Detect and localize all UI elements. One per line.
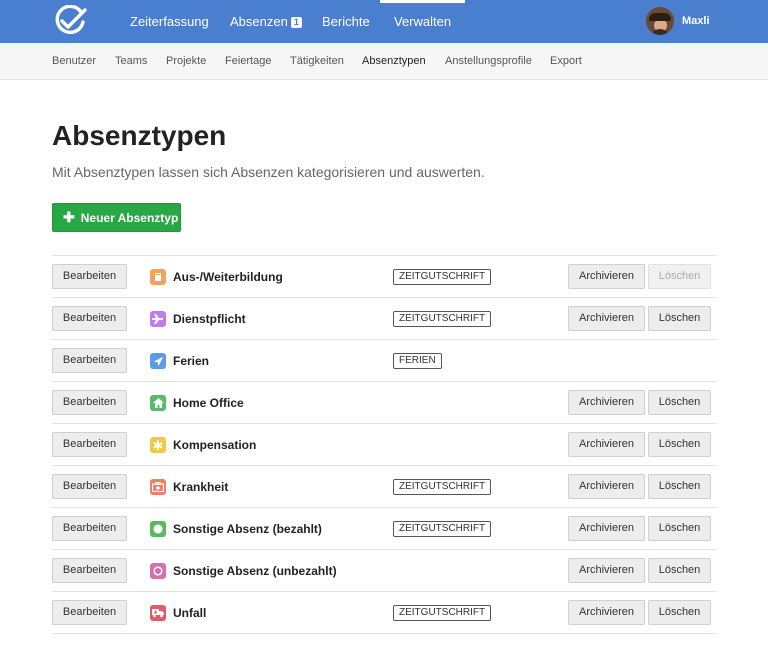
absence-type-name: Kompensation bbox=[173, 438, 257, 452]
absence-type-name: Ferien bbox=[173, 354, 210, 368]
archive-button[interactable]: Archivieren bbox=[568, 306, 645, 331]
jet-icon bbox=[150, 311, 166, 327]
absence-type-tag: ZEITGUTSCHRIFT bbox=[393, 605, 492, 621]
home-icon bbox=[150, 395, 166, 411]
edit-button[interactable]: Bearbeiten bbox=[52, 348, 127, 373]
absence-type-row: Bearbeiten Krankheit ZEITGUTSCHRIFT Archivi… bbox=[52, 466, 717, 508]
delete-button: Löschen bbox=[648, 264, 711, 289]
circle-outline-icon bbox=[150, 563, 166, 579]
absence-type-row: Bearbeiten Unfall ZEITGUTSCHRIFT Archiviere… bbox=[52, 592, 717, 634]
absence-type-row: Bearbeiten Ferien FERIEN bbox=[52, 340, 717, 382]
absence-type-name: Dienstpflicht bbox=[173, 312, 246, 326]
page-title: Absenztypen bbox=[52, 120, 227, 151]
subnav-benutzer[interactable]: Benutzer bbox=[52, 43, 96, 80]
absence-type-tag: ZEITGUTSCHRIFT bbox=[393, 269, 492, 285]
page-description: Mit Absenztypen lassen sich Absenzen kat… bbox=[52, 164, 485, 180]
absence-type-name: Krankheit bbox=[173, 480, 229, 494]
absence-type-row: Bearbeiten Sonstige Absenz (unbezahlt) Arc… bbox=[52, 550, 717, 592]
nav-zeiterfassung[interactable]: Zeiterfassung bbox=[130, 0, 209, 43]
asterisk-icon: ✱ bbox=[150, 437, 166, 453]
archive-button[interactable]: Archivieren bbox=[568, 390, 645, 415]
edit-button[interactable]: Bearbeiten bbox=[52, 432, 127, 457]
avatar bbox=[646, 7, 674, 35]
absence-type-tag: ZEITGUTSCHRIFT bbox=[393, 479, 492, 495]
archive-button[interactable]: Archivieren bbox=[568, 558, 645, 583]
edit-button[interactable]: Bearbeiten bbox=[52, 474, 127, 499]
absence-type-tag: ZEITGUTSCHRIFT bbox=[393, 311, 492, 327]
absenzen-count-badge: 1 bbox=[290, 17, 302, 28]
app-logo-icon[interactable] bbox=[52, 5, 88, 37]
delete-button[interactable]: Löschen bbox=[648, 306, 711, 331]
plus-icon: ✚ bbox=[63, 209, 75, 225]
subnav-projekte[interactable]: Projekte bbox=[166, 43, 206, 80]
edit-button[interactable]: Bearbeiten bbox=[52, 558, 127, 583]
archive-button[interactable]: Archivieren bbox=[568, 432, 645, 457]
delete-button[interactable]: Löschen bbox=[648, 600, 711, 625]
archive-button[interactable]: Archivieren bbox=[568, 600, 645, 625]
absence-type-row: Bearbeiten Dienstpflicht ZEITGUTSCHRIFT Arc… bbox=[52, 298, 717, 340]
absence-type-tag: FERIEN bbox=[393, 353, 442, 369]
edit-button[interactable]: Bearbeiten bbox=[52, 306, 127, 331]
absence-type-name: Sonstige Absenz (bezahlt) bbox=[173, 522, 322, 536]
delete-button[interactable]: Löschen bbox=[648, 390, 711, 415]
absence-type-name: Sonstige Absenz (unbezahlt) bbox=[173, 564, 337, 578]
delete-button[interactable]: Löschen bbox=[648, 474, 711, 499]
absence-type-row: Bearbeiten Home Office Archivieren Löschen bbox=[52, 382, 717, 424]
absence-type-row: Bearbeiten Sonstige Absenz (bezahlt) ZEITG… bbox=[52, 508, 717, 550]
subnav-anstellungsprofile[interactable]: Anstellungsprofile bbox=[445, 43, 532, 80]
absence-type-name: Unfall bbox=[173, 606, 207, 620]
archive-button[interactable]: Archivieren bbox=[568, 474, 645, 499]
edit-button[interactable]: Bearbeiten bbox=[52, 390, 127, 415]
subnav-feiertage[interactable]: Feiertage bbox=[225, 43, 271, 80]
subnav-teams[interactable]: Teams bbox=[115, 43, 147, 80]
archive-button[interactable]: Archivieren bbox=[568, 264, 645, 289]
medkit-icon bbox=[150, 479, 166, 495]
edit-button[interactable]: Bearbeiten bbox=[52, 516, 127, 541]
delete-button[interactable]: Löschen bbox=[648, 516, 711, 541]
absence-type-tag: ZEITGUTSCHRIFT bbox=[393, 521, 492, 537]
circle-icon bbox=[150, 521, 166, 537]
user-menu[interactable]: Maxli bbox=[646, 7, 710, 35]
archive-button[interactable]: Archivieren bbox=[568, 516, 645, 541]
user-name: Maxli bbox=[682, 15, 710, 27]
edit-button[interactable]: Bearbeiten bbox=[52, 600, 127, 625]
ambulance-icon bbox=[150, 605, 166, 621]
edit-button[interactable]: Bearbeiten bbox=[52, 264, 127, 289]
subnav-absenztypen[interactable]: Absenztypen bbox=[362, 43, 426, 80]
plane-icon bbox=[150, 353, 166, 369]
subnav-export[interactable]: Export bbox=[550, 43, 582, 80]
absence-type-list: Bearbeiten Aus-/Weiterbildung ZEITGUTSCHRI… bbox=[52, 255, 717, 634]
subnav-taetigkeiten[interactable]: Tätigkeiten bbox=[290, 43, 344, 80]
new-absence-type-label: Neuer Absenztyp bbox=[80, 210, 179, 225]
delete-button[interactable]: Löschen bbox=[648, 432, 711, 457]
absence-type-row: Bearbeiten ✱ Kompensation Archivieren Lösche… bbox=[52, 424, 717, 466]
absence-type-row: Bearbeiten Aus-/Weiterbildung ZEITGUTSCHRI… bbox=[52, 256, 717, 298]
top-navigation-bar: Zeiterfassung Absenzen 1 Berichte Verwalt… bbox=[0, 0, 768, 43]
nav-absenzen-label: Absenzen bbox=[230, 14, 288, 29]
absence-type-name: Home Office bbox=[173, 396, 244, 410]
new-absence-type-button[interactable]: ✚ Neuer Absenztyp bbox=[52, 203, 181, 232]
sub-navigation: Benutzer Teams Projekte Feiertage Tätigk… bbox=[0, 43, 768, 80]
nav-berichte[interactable]: Berichte bbox=[322, 0, 370, 43]
nav-absenzen[interactable]: Absenzen 1 bbox=[230, 0, 302, 43]
delete-button[interactable]: Löschen bbox=[648, 558, 711, 583]
book-icon bbox=[150, 269, 166, 285]
absence-type-name: Aus-/Weiterbildung bbox=[173, 270, 283, 284]
nav-verwalten[interactable]: Verwalten bbox=[379, 0, 466, 43]
